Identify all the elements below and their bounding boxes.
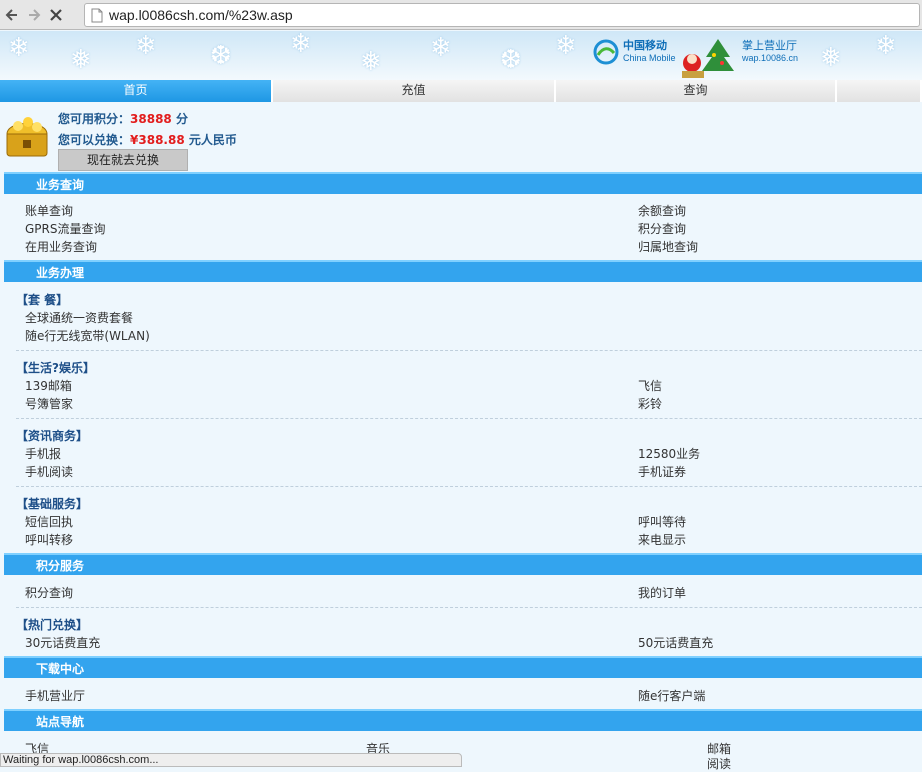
points-label: 您可用积分： (58, 112, 131, 126)
china-mobile-logo: 中国移动 China Mobile (593, 39, 676, 65)
section-title: 下载中心 (36, 662, 85, 676)
link-nav-reading[interactable]: 阅读 (707, 755, 731, 772)
snowflake-icon: ❄ (290, 31, 312, 59)
snowflake-icon: ❄ (430, 33, 452, 63)
category-life: 【生活?娱乐】 (16, 361, 95, 375)
divider (16, 350, 922, 351)
link-wlan[interactable]: 随e行无线宽带(WLAN) (25, 327, 150, 344)
snowflake-icon: ❅ (820, 43, 842, 73)
category-info: 【资讯商务】 (16, 429, 89, 443)
section-header-download: 下载中心 (4, 656, 922, 678)
christmas-tree-icon (682, 39, 734, 78)
link-ringtone[interactable]: 彩铃 (638, 395, 662, 412)
snowflake-icon: ❄ (555, 31, 577, 61)
tab-query[interactable]: 查询 (556, 80, 837, 102)
snowflake-icon: ❄ (135, 31, 157, 61)
forward-arrow-icon (29, 8, 41, 21)
divider (16, 486, 922, 487)
link-mobile-reading[interactable]: 手机阅读 (25, 463, 73, 480)
link-mobile-hall-app[interactable]: 手机营业厅 (25, 687, 85, 704)
hall-url-text: wap.10086.cn (742, 53, 799, 63)
exchange-label: 您可以兑换： (58, 133, 131, 147)
browser-toolbar: wap.l0086csh.com/%23w.asp (0, 0, 922, 30)
link-30-topup[interactable]: 30元话费直充 (25, 634, 100, 651)
mobile-hall-label: 掌上营业厅 wap.10086.cn (742, 40, 798, 64)
link-active-services[interactable]: 在用业务查询 (25, 238, 97, 255)
back-arrow-icon (5, 8, 17, 21)
available-points: 您可用积分：38888 分 (58, 110, 188, 127)
category-packages: 【套 餐】 (16, 293, 69, 307)
divider (16, 418, 922, 419)
link-contacts-manager[interactable]: 号簿管家 (25, 395, 73, 412)
tab-home[interactable]: 首页 (0, 80, 273, 102)
snowflake-icon: ❆ (210, 41, 232, 71)
points-unit: 分 (171, 112, 188, 126)
snowflake-icon: ❄ (8, 33, 30, 63)
section-header-sitenav: 站点导航 (4, 709, 922, 731)
link-12580[interactable]: 12580业务 (638, 445, 700, 462)
url-text[interactable]: wap.l0086csh.com/%23w.asp (109, 7, 293, 23)
link-mobile-news[interactable]: 手机报 (25, 445, 61, 462)
link-sms-receipt[interactable]: 短信回执 (25, 513, 73, 530)
back-button[interactable] (2, 5, 22, 25)
snowflake-icon: ❅ (70, 45, 92, 75)
link-50-topup[interactable]: 50元话费直充 (638, 634, 713, 651)
section-header-handle: 业务办理 (4, 260, 922, 282)
logo-chinese-text: 中国移动 (623, 39, 667, 52)
link-fetion[interactable]: 飞信 (638, 377, 662, 394)
exchangeable-amount: 您可以兑换：¥388.88 元人民币 (58, 131, 237, 148)
section-title: 站点导航 (36, 715, 85, 729)
china-mobile-logo-icon (593, 39, 619, 65)
link-balance-query[interactable]: 余额查询 (638, 202, 686, 219)
link-caller-id[interactable]: 来电显示 (638, 531, 686, 548)
section-header-query: 业务查询 (4, 172, 922, 194)
link-wlan-client[interactable]: 随e行客户端 (638, 687, 705, 704)
user-points-panel: 您可用积分：38888 分 您可以兑换：¥388.88 元人民币 现在就去兑换 (0, 108, 922, 172)
points-value: 38888 (130, 112, 172, 126)
exchange-now-button[interactable]: 现在就去兑换 (58, 149, 188, 171)
address-bar[interactable]: wap.l0086csh.com/%23w.asp (84, 3, 920, 27)
section-header-points: 积分服务 (4, 553, 922, 575)
close-icon (50, 8, 62, 21)
link-points-query[interactable]: 积分查询 (638, 220, 686, 237)
snowflake-icon: ❄ (875, 31, 897, 61)
logo-english-text: China Mobile (623, 53, 676, 63)
link-bill-query[interactable]: 账单查询 (25, 202, 73, 219)
section-title: 积分服务 (36, 559, 85, 573)
snowflake-icon: ❅ (360, 47, 382, 77)
forward-button[interactable] (24, 5, 44, 25)
link-location-query[interactable]: 归属地查询 (638, 238, 698, 255)
link-139-mail[interactable]: 139邮箱 (25, 377, 72, 394)
link-call-waiting[interactable]: 呼叫等待 (638, 513, 686, 530)
category-basic: 【基础服务】 (16, 497, 89, 511)
exchange-value: ¥388.88 (130, 133, 185, 147)
link-points-service-query[interactable]: 积分查询 (25, 584, 73, 601)
snowflake-icon: ❆ (500, 45, 522, 75)
section-title: 业务办理 (36, 266, 85, 280)
page-icon (91, 8, 103, 22)
section-title: 业务查询 (36, 178, 85, 192)
treasure-chest-icon (6, 117, 48, 157)
divider (16, 607, 922, 608)
main-nav-tabs: 首页 充值 查询 (0, 80, 922, 102)
link-global-package[interactable]: 全球通统一资费套餐 (25, 309, 133, 326)
link-call-forwarding[interactable]: 呼叫转移 (25, 531, 73, 548)
stop-button[interactable] (46, 5, 66, 25)
header-banner: ❄ ❅ ❄ ❆ ❄ ❅ ❄ ❆ ❄ ❅ ❄ 中国移动 China Mobile … (0, 31, 922, 80)
link-mobile-securities[interactable]: 手机证券 (638, 463, 686, 480)
category-hot-exchange: 【热门兑换】 (16, 618, 89, 632)
tab-extra[interactable] (837, 80, 922, 102)
link-gprs-query[interactable]: GPRS流量查询 (25, 220, 106, 237)
link-my-orders[interactable]: 我的订单 (638, 584, 686, 601)
hall-chinese-text: 掌上营业厅 (742, 39, 797, 52)
exchange-unit: 元人民币 (184, 133, 237, 147)
tab-recharge[interactable]: 充值 (273, 80, 556, 102)
